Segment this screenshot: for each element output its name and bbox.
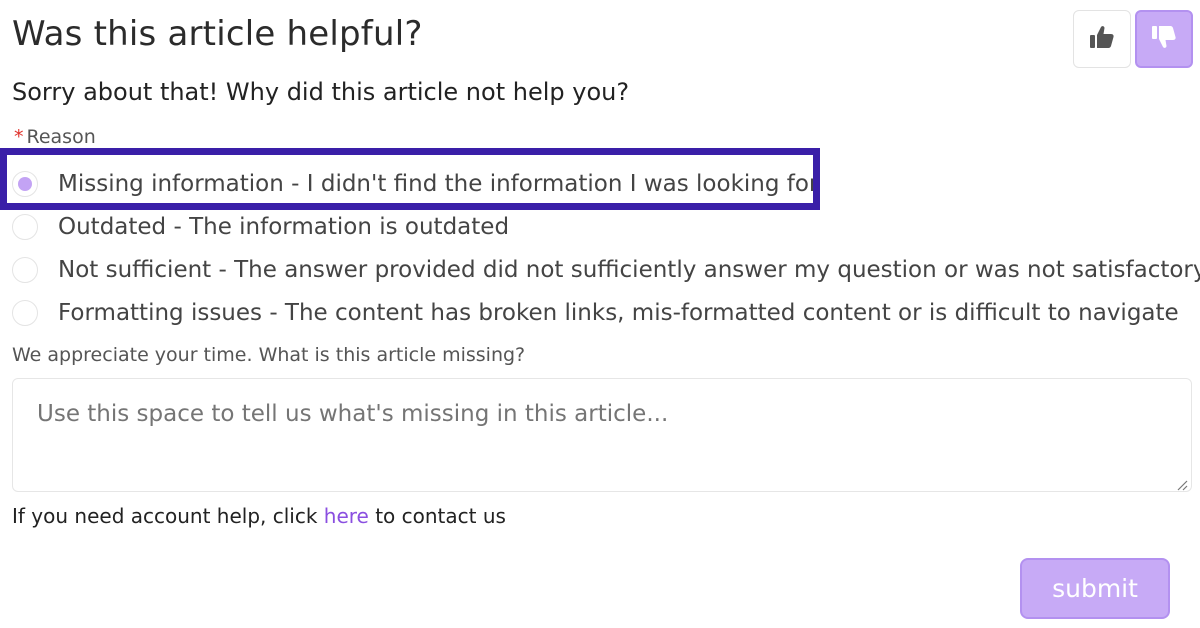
contact-link[interactable]: here (324, 504, 369, 528)
thumbs-down-button[interactable] (1135, 10, 1193, 68)
reason-radio-group: Missing information - I didn't find the … (12, 162, 1200, 334)
reason-option-outdated[interactable]: Outdated - The information is outdated (12, 205, 1192, 248)
page-title: Was this article helpful? (12, 14, 423, 54)
reason-option-missing-information[interactable]: Missing information - I didn't find the … (12, 162, 1192, 205)
thumbs-down-icon (1151, 25, 1177, 53)
feedback-subtitle: Sorry about that! Why did this article n… (12, 78, 630, 106)
reason-label-text: Reason (26, 126, 96, 148)
feedback-panel: Was this article helpful? Sorry about th… (0, 0, 1200, 628)
reason-option-label: Outdated - The information is outdated (58, 213, 510, 240)
help-suffix: to contact us (368, 504, 506, 528)
reason-option-label: Formatting issues - The content has brok… (58, 299, 1179, 326)
radio-button[interactable] (12, 299, 38, 326)
radio-button[interactable] (12, 170, 38, 197)
missing-info-textarea[interactable] (12, 378, 1192, 492)
radio-selected-dot (18, 176, 32, 191)
reason-option-label: Missing information - I didn't find the … (58, 170, 819, 197)
reason-option-label: Not sufficient - The answer provided did… (58, 256, 1200, 283)
account-help-text: If you need account help, click here to … (12, 504, 506, 528)
radio-button[interactable] (12, 256, 38, 283)
submit-button[interactable]: submit (1020, 558, 1170, 619)
reason-field-label: * Reason (14, 126, 96, 148)
help-prefix: If you need account help, click (12, 504, 324, 528)
required-marker: * (14, 126, 24, 148)
thumbs-up-icon (1089, 25, 1115, 53)
textarea-label: We appreciate your time. What is this ar… (12, 344, 526, 366)
thumbs-up-button[interactable] (1073, 10, 1131, 68)
reason-option-not-sufficient[interactable]: Not sufficient - The answer provided did… (12, 248, 1200, 291)
radio-button[interactable] (12, 213, 38, 240)
reason-option-formatting-issues[interactable]: Formatting issues - The content has brok… (12, 291, 1192, 334)
resize-handle-icon[interactable] (1176, 476, 1188, 491)
vote-buttons (1073, 10, 1193, 68)
